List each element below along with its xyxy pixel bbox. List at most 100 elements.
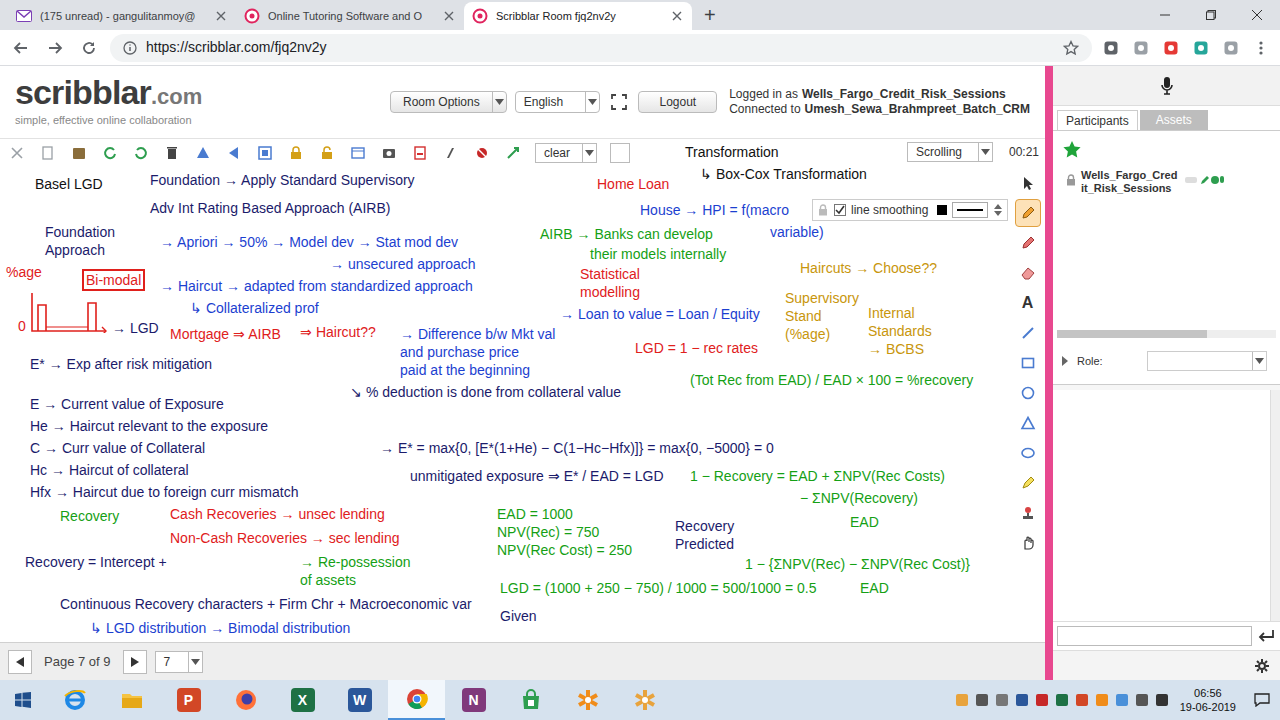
whiteboard-note[interactable]: ⇒ Haircut?? bbox=[300, 323, 376, 341]
page-select[interactable]: 7 bbox=[155, 651, 203, 673]
extension-icon[interactable] bbox=[1130, 37, 1152, 59]
toolbar-button-icon[interactable] bbox=[473, 143, 491, 163]
browser-tab[interactable]: (175 unread) - gangulitanmoy@ bbox=[8, 2, 236, 30]
clock[interactable]: 06:5619-06-2019 bbox=[1172, 686, 1244, 714]
next-page-icon[interactable] bbox=[123, 650, 147, 674]
whiteboard-note[interactable]: Adv Int Rating Based Approach (AIRB) bbox=[150, 199, 390, 217]
toolbar-button-icon[interactable] bbox=[318, 143, 336, 163]
tool-button[interactable] bbox=[1015, 499, 1041, 527]
chat-input[interactable] bbox=[1057, 626, 1252, 646]
taskbar-app[interactable] bbox=[217, 680, 274, 720]
whiteboard-note[interactable]: → Re-possession of assets bbox=[300, 553, 411, 589]
tray-icon[interactable] bbox=[992, 680, 1012, 720]
spinner-icon[interactable] bbox=[993, 202, 1003, 218]
whiteboard-note[interactable]: EAD = 1000 NPV(Rec) = 750 NPV(Rec Cost) … bbox=[497, 505, 632, 559]
whiteboard-note[interactable]: Recovery Predicted bbox=[675, 517, 734, 553]
horizontal-scrollbar[interactable] bbox=[1057, 330, 1276, 338]
whiteboard-note[interactable]: EAD bbox=[850, 513, 879, 531]
whiteboard-note[interactable]: → Loan to value = Loan / Equity bbox=[560, 305, 760, 323]
taskbar-app[interactable] bbox=[502, 680, 559, 720]
whiteboard-note[interactable]: AIRB → Banks can develop bbox=[540, 225, 713, 243]
whiteboard-note[interactable]: ↳ Box-Cox Transformation bbox=[700, 165, 867, 183]
whiteboard-note[interactable]: Bi-modal bbox=[82, 269, 145, 291]
close-tab-icon[interactable] bbox=[670, 9, 684, 23]
extension-icon[interactable] bbox=[1160, 37, 1182, 59]
whiteboard-note[interactable]: Hc → Haircut of collateral bbox=[30, 461, 189, 479]
taskbar-app[interactable]: X bbox=[274, 680, 331, 720]
browser-tab[interactable]: Scribblar Room fjq2nv2y bbox=[464, 2, 692, 30]
line-width-select[interactable] bbox=[952, 202, 988, 218]
toolbar-button-icon[interactable] bbox=[349, 143, 367, 163]
toolbar-button-icon[interactable] bbox=[442, 143, 460, 163]
whiteboard-note[interactable]: Home Loan bbox=[597, 175, 669, 193]
info-icon[interactable] bbox=[122, 40, 138, 56]
taskbar-app[interactable]: P bbox=[160, 680, 217, 720]
collapse-icon[interactable] bbox=[1061, 355, 1069, 367]
fill-color-swatch[interactable] bbox=[610, 143, 630, 163]
tool-button[interactable] bbox=[1015, 469, 1041, 497]
line-smoothing-checkbox[interactable] bbox=[834, 204, 846, 216]
whiteboard-note[interactable]: 0 bbox=[18, 317, 26, 335]
whiteboard-note[interactable]: → E* = max{0, [E*(1+He) − C(1−Hc−Hfx)]} … bbox=[380, 439, 774, 457]
start-icon[interactable] bbox=[0, 680, 46, 720]
whiteboard-note[interactable]: C → Curr value of Collateral bbox=[30, 439, 205, 457]
whiteboard-note[interactable]: → LGD bbox=[112, 319, 159, 337]
send-icon[interactable] bbox=[1256, 626, 1276, 646]
forward-icon[interactable] bbox=[42, 35, 68, 61]
settings-gear-icon[interactable] bbox=[1252, 656, 1272, 676]
whiteboard-note[interactable]: Hfx → Haircut due to foreign curr mismat… bbox=[30, 483, 298, 501]
logout-button[interactable]: Logout bbox=[638, 91, 717, 113]
whiteboard-note[interactable]: ↳ Collateralized prof bbox=[190, 299, 319, 317]
tool-button[interactable] bbox=[1015, 349, 1041, 377]
whiteboard-note[interactable]: E* → Exp after risk mitigation bbox=[30, 355, 212, 373]
whiteboard-note[interactable]: LGD = 1 − rec rates bbox=[635, 339, 758, 357]
taskbar-app[interactable] bbox=[559, 680, 616, 720]
omnibox[interactable]: https://scribblar.com/fjq2nv2y bbox=[110, 34, 1092, 62]
whiteboard-note[interactable]: Basel LGD bbox=[35, 175, 103, 193]
previous-page-icon[interactable] bbox=[8, 650, 32, 674]
chat-scrollbar[interactable] bbox=[1270, 390, 1280, 621]
close-window-icon[interactable] bbox=[1234, 0, 1280, 30]
whiteboard-canvas[interactable]: Basel LGD Foundation → Apply Standard Sup… bbox=[0, 139, 1010, 642]
tool-button[interactable] bbox=[1015, 409, 1041, 437]
tray-icon[interactable] bbox=[1152, 680, 1172, 720]
toolbar-button-icon[interactable] bbox=[411, 143, 429, 163]
whiteboard-note[interactable]: → Haircut → adapted from standardized ap… bbox=[160, 277, 473, 295]
whiteboard-note[interactable]: ↳ LGD distribution → Bimodal distributio… bbox=[90, 619, 350, 637]
whiteboard-note[interactable]: → Apriori → 50% → Model dev → Stat mod d… bbox=[160, 233, 458, 251]
toolbar-button-icon[interactable] bbox=[256, 143, 274, 163]
room-options-dropdown[interactable]: Room Options bbox=[390, 91, 507, 113]
whiteboard-note[interactable]: Internal Standards → BCBS bbox=[868, 304, 932, 358]
tool-button[interactable] bbox=[1015, 259, 1041, 287]
whiteboard-note[interactable]: Foundation → Apply Standard Supervisory bbox=[150, 171, 415, 189]
toolbar-button-icon[interactable] bbox=[39, 143, 57, 163]
close-tab-icon[interactable] bbox=[214, 9, 228, 23]
whiteboard-note[interactable]: Non-Cash Recoveries → sec lending bbox=[170, 529, 400, 547]
taskbar-app[interactable] bbox=[46, 680, 103, 720]
whiteboard-note[interactable]: → unsecured approach bbox=[330, 255, 476, 273]
restore-icon[interactable] bbox=[1188, 0, 1234, 30]
url-text[interactable]: https://scribblar.com/fjq2nv2y bbox=[146, 37, 1054, 58]
tray-icon[interactable] bbox=[1092, 680, 1112, 720]
bookmark-star-icon[interactable] bbox=[1062, 39, 1080, 57]
tool-button[interactable] bbox=[1015, 379, 1041, 407]
new-tab-button[interactable]: + bbox=[704, 5, 716, 25]
whiteboard-note[interactable]: Given bbox=[500, 607, 537, 625]
toolbar-button-icon[interactable] bbox=[504, 143, 522, 163]
tray-icon[interactable] bbox=[952, 680, 972, 720]
tray-icon[interactable] bbox=[1012, 680, 1032, 720]
whiteboard-note[interactable]: ↘ % deduction is done from collateral va… bbox=[350, 383, 621, 401]
toolbar-button-icon[interactable] bbox=[163, 143, 181, 163]
whiteboard-note[interactable]: 1 − {ΣNPV(Rec) − ΣNPV(Rec Cost)} bbox=[745, 555, 970, 573]
toolbar-button-icon[interactable] bbox=[225, 143, 243, 163]
whiteboard-note[interactable]: their models internally bbox=[590, 245, 726, 263]
whiteboard-note[interactable]: Mortgage ⇒ AIRB bbox=[170, 325, 281, 343]
whiteboard-note[interactable]: Continuous Recovery characters + Firm Ch… bbox=[60, 595, 472, 613]
whiteboard-note[interactable]: EAD bbox=[860, 579, 889, 597]
taskbar-app[interactable]: W bbox=[331, 680, 388, 720]
whiteboard-note[interactable]: Cash Recoveries → unsec lending bbox=[170, 505, 385, 523]
whiteboard-note[interactable]: → Difference b/w Mkt val and purchase pr… bbox=[400, 325, 555, 379]
whiteboard-note[interactable]: unmitigated exposure ⇒ E* / EAD = LGD bbox=[410, 467, 664, 485]
toolbar-button-icon[interactable] bbox=[70, 143, 88, 163]
language-dropdown[interactable]: English bbox=[515, 91, 601, 113]
